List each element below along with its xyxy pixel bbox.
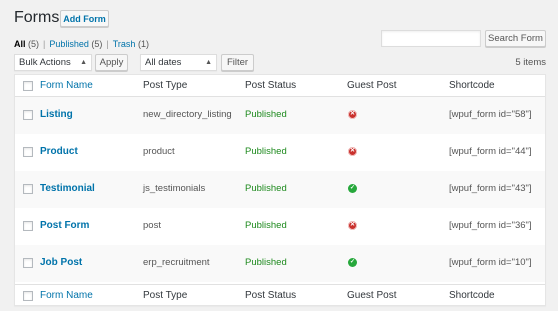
footer-column-shortcode: Shortcode [449,290,495,301]
x-circle-icon: ✕ [348,147,357,156]
footer-column-post-type: Post Type [143,290,188,301]
view-all-count: (5) [28,39,40,49]
shortcode-cell: [wpuf_form id="36"] [449,220,532,231]
view-trash-count: (1) [137,39,149,49]
form-name-link[interactable]: Listing [40,109,73,120]
shortcode-cell: [wpuf_form id="44"] [449,146,532,157]
column-shortcode: Shortcode [449,80,495,91]
form-name-link[interactable]: Job Post [40,257,82,268]
table-row: Testimonial js_testimonials Published ✓ … [15,171,545,208]
post-type-cell: js_testimonials [143,183,206,194]
shortcode-cell: [wpuf_form id="43"] [449,183,532,194]
post-status-cell: Published [245,109,287,120]
form-name-link[interactable]: Post Form [40,220,89,231]
row-checkbox[interactable] [23,184,33,194]
view-published-label: Published [49,39,89,49]
row-checkbox[interactable] [23,258,33,268]
search-form-button[interactable]: Search Form [485,30,546,47]
post-type-cell: post [143,220,161,231]
shortcode-cell: [wpuf_form id="10"] [449,257,532,268]
check-circle-icon: ✓ [348,184,357,193]
dates-value: All dates [145,57,182,68]
view-separator: | [106,39,109,49]
table-header: Form Name Post Type Post Status Guest Po… [15,75,545,97]
view-trash-label: Trash [112,39,136,49]
column-guest-post: Guest Post [347,80,397,91]
form-name-link[interactable]: Product [40,146,78,157]
bulk-actions-value: Bulk Actions [19,57,71,68]
post-type-cell: new_directory_listing [143,109,232,120]
view-filters: All (5) | Published (5) | Trash (1) [14,39,149,49]
column-form-name[interactable]: Form Name [40,80,93,91]
table-row: Listing new_directory_listing Published … [15,97,545,134]
table-row: Job Post erp_recruitment Published ✓ [wp… [15,245,545,282]
page-title: Forms [14,9,60,26]
bulk-actions-select[interactable]: Bulk Actions ▲▼ [14,54,92,81]
row-checkbox[interactable] [23,221,33,231]
check-circle-icon: ✓ [348,258,357,267]
post-status-cell: Published [245,257,287,268]
apply-button[interactable]: Apply [95,54,128,71]
post-status-cell: Published [245,146,287,157]
filter-button[interactable]: Filter [221,54,254,71]
post-status-cell: Published [245,183,287,194]
post-type-cell: erp_recruitment [143,257,210,268]
view-all-label: All [14,39,26,49]
table-footer: Form Name Post Type Post Status Guest Po… [15,284,545,306]
column-post-status: Post Status [245,80,297,91]
view-trash-link[interactable]: Trash (1) [113,39,149,49]
dates-select[interactable]: All dates ▲▼ [140,54,217,81]
x-circle-icon: ✕ [348,110,357,119]
view-all-link[interactable]: All (5) [14,39,39,49]
table-row: Post Form post Published ✕ [wpuf_form id… [15,208,545,245]
shortcode-cell: [wpuf_form id="58"] [449,109,532,120]
row-checkbox[interactable] [23,110,33,120]
table-row: Product product Published ✕ [wpuf_form i… [15,134,545,171]
post-status-cell: Published [245,220,287,231]
forms-table: Form Name Post Type Post Status Guest Po… [14,74,546,306]
column-post-type: Post Type [143,80,188,91]
x-circle-icon: ✕ [348,221,357,230]
footer-column-post-status: Post Status [245,290,297,301]
select-all-checkbox-footer[interactable] [23,291,33,301]
add-form-button[interactable]: Add Form [60,10,109,27]
footer-column-form-name[interactable]: Form Name [40,290,93,301]
search-input[interactable] [381,30,481,47]
row-checkbox[interactable] [23,147,33,157]
items-count: 5 items [515,57,546,68]
select-all-checkbox[interactable] [23,81,33,91]
footer-column-guest-post: Guest Post [347,290,397,301]
form-name-link[interactable]: Testimonial [40,183,95,194]
post-type-cell: product [143,146,175,157]
view-separator: | [43,39,46,49]
view-published-count: (5) [91,39,103,49]
view-published-link[interactable]: Published (5) [49,39,102,49]
